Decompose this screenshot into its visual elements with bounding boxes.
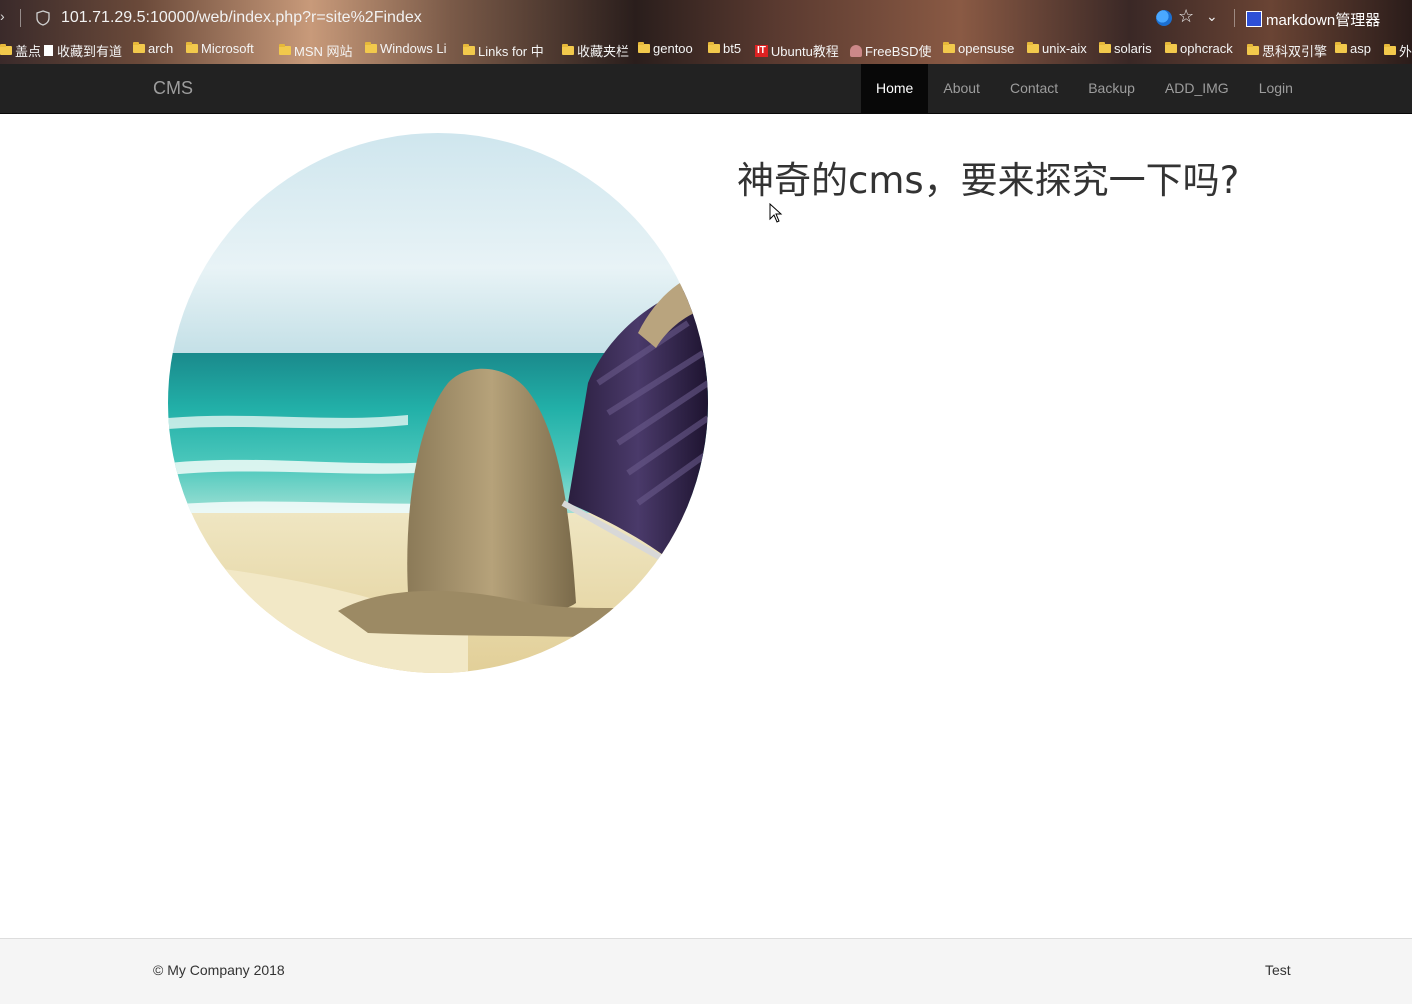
brand-link[interactable]: CMS	[153, 78, 193, 99]
folder-icon	[133, 42, 145, 53]
bookmark-item[interactable]: bt5	[708, 41, 741, 56]
extension-label[interactable]: markdown管理器	[1266, 9, 1380, 30]
folder-icon	[365, 42, 377, 53]
beach-sandcastle-image	[168, 133, 708, 673]
bookmark-star-icon[interactable]: ☆	[1178, 6, 1194, 27]
bookmark-item[interactable]: 收藏到有道	[44, 41, 122, 60]
nav-contact[interactable]: Contact	[995, 64, 1073, 113]
folder-icon	[638, 42, 650, 53]
bookmark-item[interactable]: FreeBSD使	[850, 41, 931, 60]
bookmark-item[interactable]: arch	[133, 41, 173, 56]
footer-right-text: Test	[1265, 962, 1291, 978]
page-icon	[44, 45, 53, 56]
folder-icon	[562, 44, 574, 55]
toolbar-divider-2	[1234, 9, 1235, 27]
bookmark-item[interactable]: asp	[1335, 41, 1371, 56]
folder-icon	[1247, 44, 1259, 55]
nav-login[interactable]: Login	[1244, 64, 1308, 113]
bookmark-item[interactable]: opensuse	[943, 41, 1014, 56]
folder-icon	[1335, 42, 1347, 53]
bookmark-item[interactable]: solaris	[1099, 41, 1152, 56]
back-arrow-icon[interactable]: ›	[0, 8, 5, 24]
markdown-extension-icon[interactable]	[1246, 11, 1262, 27]
bookmark-item[interactable]: 盖点	[0, 41, 41, 60]
folder-icon	[1027, 42, 1039, 53]
browser-chrome: › 101.71.29.5:10000/web/index.php?r=site…	[0, 0, 1412, 64]
url-text[interactable]: 101.71.29.5:10000/web/index.php?r=site%2…	[61, 9, 422, 27]
nav-add-img[interactable]: ADD_IMG	[1150, 64, 1244, 113]
mouse-cursor-icon	[769, 203, 783, 223]
it-icon: IT	[755, 44, 768, 57]
nav-backup[interactable]: Backup	[1073, 64, 1150, 113]
address-bar[interactable]: › 101.71.29.5:10000/web/index.php?r=site…	[0, 0, 1412, 36]
toolbar-divider	[20, 9, 21, 27]
folder-icon	[1384, 44, 1396, 55]
footer-copyright: © My Company 2018	[153, 962, 285, 978]
folder-icon	[0, 44, 12, 55]
bookmark-item[interactable]: IT Ubuntu教程	[755, 41, 839, 60]
folder-icon	[943, 42, 955, 53]
folder-icon	[463, 44, 475, 55]
folder-icon	[708, 42, 720, 53]
bookmark-item[interactable]: Microsoft	[186, 41, 254, 56]
bookmark-item[interactable]: Windows Li	[365, 41, 446, 56]
chevron-down-icon[interactable]: ⌄	[1206, 8, 1218, 25]
bookmark-item[interactable]: 外	[1384, 41, 1412, 60]
bookmark-item[interactable]: Links for 中	[463, 41, 544, 60]
nav-about[interactable]: About	[928, 64, 995, 113]
bookmark-item[interactable]: MSN 网站	[279, 41, 353, 60]
bookmark-item[interactable]: 思科双引擎	[1247, 41, 1327, 60]
freebsd-icon	[850, 44, 862, 57]
site-footer: © My Company 2018 Test	[0, 938, 1412, 1004]
ie-mode-icon[interactable]	[1156, 10, 1172, 26]
folder-icon	[1099, 42, 1111, 53]
bookmark-item[interactable]: gentoo	[638, 41, 693, 56]
nav-menu: Home About Contact Backup ADD_IMG Login	[861, 64, 1308, 113]
bookmark-item[interactable]: unix-aix	[1027, 41, 1087, 56]
page-headline: 神奇的cms，要来探究一下吗?	[737, 159, 1240, 202]
bookmark-item[interactable]: 收藏夹栏	[562, 41, 629, 60]
site-navbar: CMS Home About Contact Backup ADD_IMG Lo…	[0, 64, 1412, 114]
folder-icon	[279, 44, 291, 55]
folder-icon	[1165, 42, 1177, 53]
bookmarks-bar: 盖点 收藏到有道 arch Microsoft MSN 网站 Windows L…	[0, 38, 1412, 62]
nav-home[interactable]: Home	[861, 64, 929, 113]
folder-icon	[186, 42, 198, 53]
bookmark-item[interactable]: ophcrack	[1165, 41, 1233, 56]
shield-icon[interactable]	[36, 10, 50, 26]
